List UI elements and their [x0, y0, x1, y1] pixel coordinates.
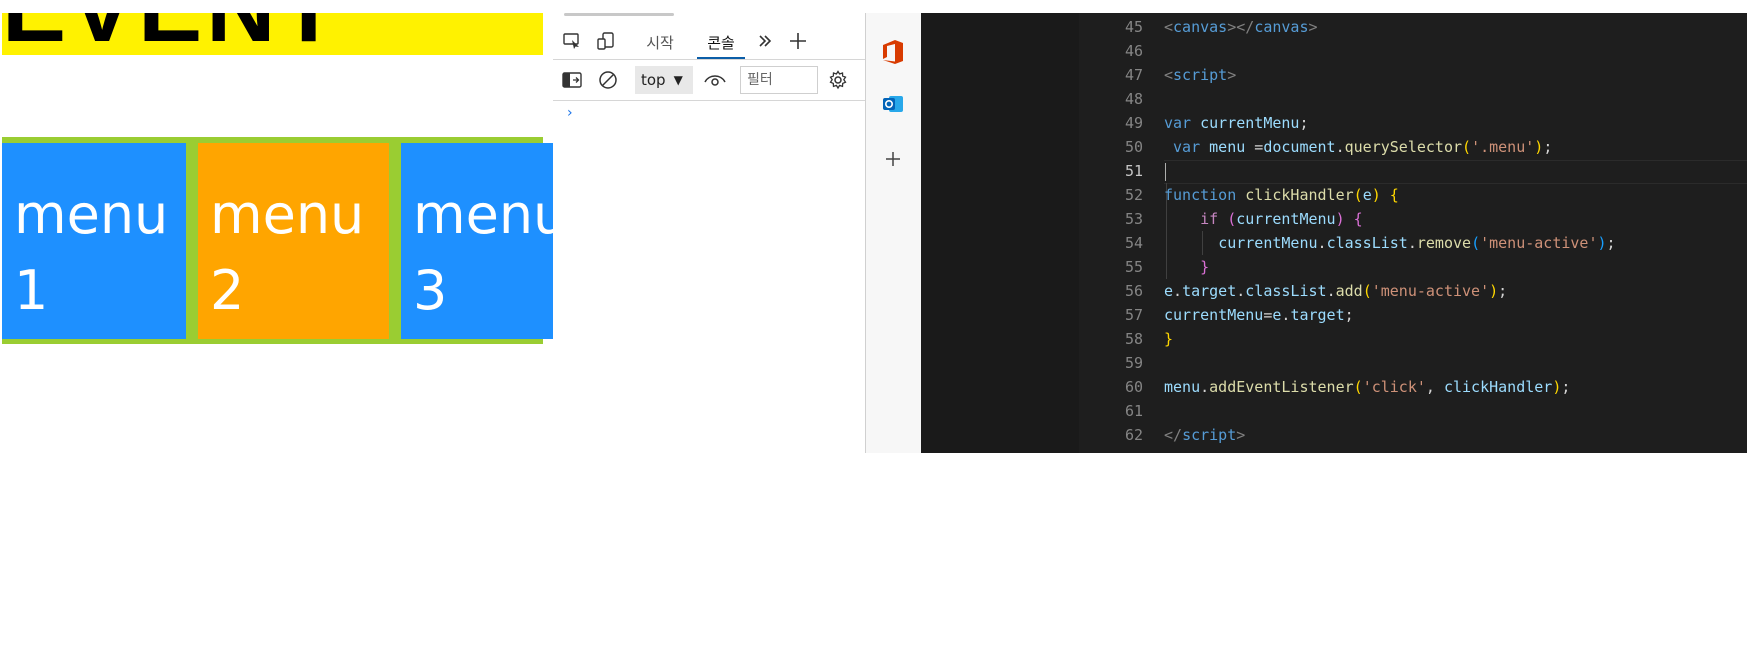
sidebar-toggle-icon[interactable]	[559, 67, 585, 93]
menu-item-2[interactable]: menu 2	[198, 143, 389, 339]
event-banner: EVENT	[2, 13, 543, 55]
code-line-55: }	[1200, 258, 1210, 276]
gear-icon[interactable]	[825, 67, 851, 93]
filter-input[interactable]	[740, 66, 818, 94]
line-number: 55	[1124, 258, 1143, 276]
code-line-56: e.target.classList.add('menu-active');	[1164, 282, 1508, 300]
plus-icon[interactable]	[785, 28, 811, 54]
console-toolbar: top ▼	[553, 60, 865, 101]
code-line-60: menu.addEventListener('click', clickHand…	[1164, 378, 1571, 396]
current-line-highlight	[1164, 160, 1747, 184]
line-number-current: 51	[1124, 162, 1143, 180]
code-line-57: currentMenu=e.target;	[1164, 306, 1354, 324]
line-number: 60	[1124, 378, 1143, 396]
editor-side-area	[921, 13, 1079, 453]
clear-console-icon[interactable]	[595, 67, 621, 93]
caret-down-icon: ▼	[673, 73, 683, 87]
inspect-element-icon[interactable]	[559, 28, 585, 54]
banner-title: EVENT	[2, 13, 342, 55]
menu-bar: menu 1 menu 2 menu 3	[2, 137, 553, 344]
eye-icon[interactable]	[702, 67, 728, 93]
line-number: 47	[1124, 66, 1143, 84]
office-icon[interactable]	[878, 37, 908, 67]
code-line-52: function clickHandler(e) {	[1164, 186, 1399, 204]
devtools-panel: 시작 콘솔 top ▼ 필터 ›	[553, 13, 866, 453]
line-number: 45	[1124, 18, 1143, 36]
code-line-54: currentMenu.classList.remove('menu-activ…	[1218, 234, 1616, 252]
devtools-tab-bar: 시작 콘솔	[553, 21, 865, 60]
code-line-62: </script>	[1164, 426, 1246, 444]
context-select[interactable]: top ▼	[635, 66, 693, 94]
line-number: 59	[1124, 354, 1143, 372]
line-number: 57	[1124, 306, 1143, 324]
line-number-gutter: 45 46 47 48 49 50 51 52 53 54 55 56 57 5…	[1079, 13, 1151, 453]
line-number: 46	[1124, 42, 1143, 60]
line-number: 62	[1124, 426, 1143, 444]
line-number: 48	[1124, 90, 1143, 108]
line-number: 52	[1124, 186, 1143, 204]
line-number: 50	[1124, 138, 1143, 156]
text-cursor	[1165, 163, 1166, 181]
tab-start[interactable]: 시작	[637, 27, 683, 57]
menu-item-1[interactable]: menu 1	[2, 143, 186, 339]
context-select-value: top	[641, 71, 666, 89]
device-emulation-icon[interactable]	[593, 28, 619, 54]
menu-item-3[interactable]: menu 3	[401, 143, 553, 339]
screen: EVENT menu 1 menu 2 menu 3 시작 콘솔	[0, 0, 1747, 648]
line-number: 54	[1124, 234, 1143, 252]
code-line-53: if (currentMenu) {	[1200, 210, 1363, 228]
code-line-58: }	[1164, 330, 1174, 348]
chevron-double-right-icon[interactable]	[752, 28, 778, 54]
scroll-hint	[564, 13, 674, 16]
code-area[interactable]: <canvas></canvas> <script> var currentMe…	[1164, 13, 1747, 453]
line-number: 58	[1124, 330, 1143, 348]
code-line-45: <canvas></canvas>	[1164, 18, 1318, 36]
tab-console[interactable]: 콘솔	[697, 27, 745, 59]
code-line-50: var menu =document.querySelector('.menu'…	[1173, 138, 1553, 156]
line-number: 49	[1124, 114, 1143, 132]
console-prompt-icon[interactable]: ›	[567, 105, 573, 121]
line-number: 56	[1124, 282, 1143, 300]
line-number: 61	[1124, 402, 1143, 420]
code-line-47: <script>	[1164, 66, 1237, 84]
add-icon[interactable]	[878, 144, 908, 174]
menu-item-label: menu 3	[413, 183, 553, 322]
line-number: 53	[1124, 210, 1143, 228]
menu-item-label: menu 1	[14, 183, 169, 322]
code-editor[interactable]: 45 46 47 48 49 50 51 52 53 54 55 56 57 5…	[921, 13, 1747, 453]
outlook-icon[interactable]	[878, 89, 908, 119]
menu-item-label: menu 2	[210, 183, 365, 322]
code-line-49: var currentMenu;	[1164, 114, 1309, 132]
page-preview: EVENT menu 1 menu 2 menu 3	[0, 0, 553, 460]
edge-sidebar	[866, 13, 921, 453]
